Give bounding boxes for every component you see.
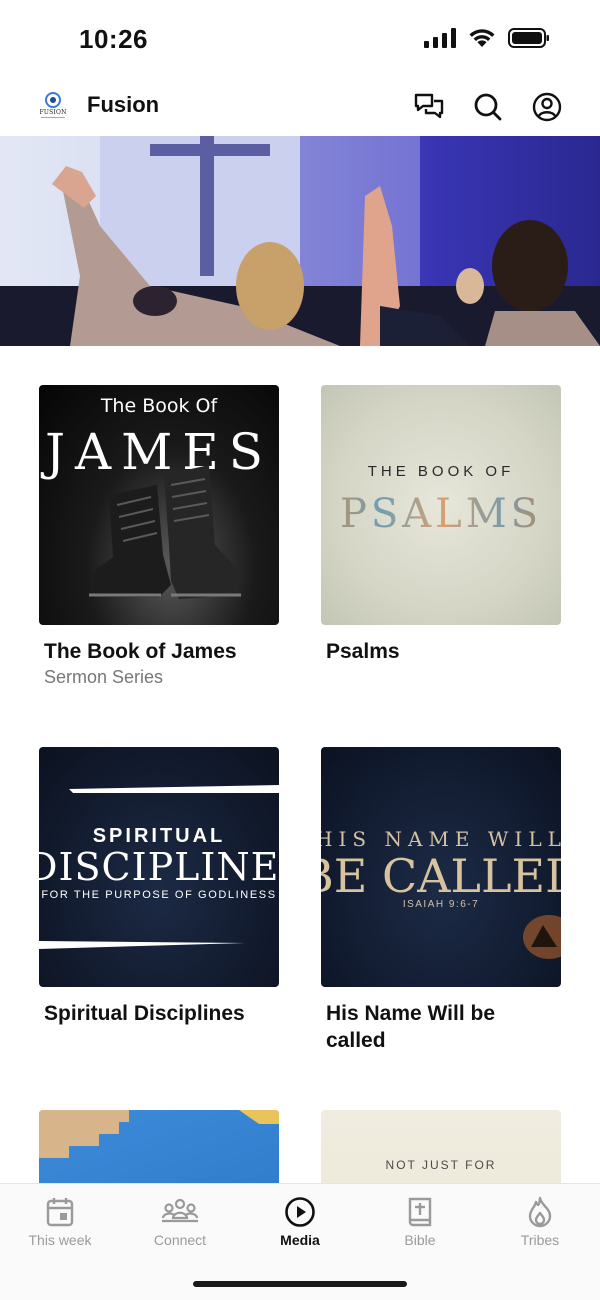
profile-icon bbox=[532, 92, 562, 122]
bible-icon bbox=[408, 1197, 432, 1227]
card-title: His Name Will be called bbox=[326, 1002, 496, 1052]
header-actions bbox=[412, 90, 564, 124]
calendar-icon bbox=[46, 1198, 74, 1227]
app-logo: FUSION bbox=[38, 92, 68, 122]
app-header: FUSION Fusion bbox=[0, 80, 600, 136]
tab-label: Bible bbox=[404, 1232, 436, 1248]
profile-button[interactable] bbox=[530, 90, 564, 124]
chat-icon bbox=[414, 93, 444, 119]
tab-tribes[interactable]: Tribes bbox=[480, 1196, 600, 1248]
tab-this-week[interactable]: This week bbox=[0, 1196, 120, 1248]
tab-label: Tribes bbox=[520, 1232, 560, 1248]
play-circle-icon bbox=[285, 1197, 315, 1227]
home-indicator bbox=[193, 1281, 407, 1287]
group-icon bbox=[161, 1198, 199, 1223]
artwork-subtitle: NOT JUST FOR bbox=[385, 1158, 497, 1172]
logo-text: FUSION bbox=[39, 109, 67, 116]
hero-banner-image bbox=[0, 136, 600, 346]
tab-label: Media bbox=[280, 1232, 320, 1248]
search-icon bbox=[474, 93, 502, 121]
status-bar: 10:26 bbox=[0, 0, 600, 80]
wifi-icon bbox=[469, 29, 495, 47]
status-icons bbox=[424, 28, 550, 48]
media-card-psalms[interactable]: THE BOOK OF PSALMS Psalms bbox=[321, 385, 561, 665]
media-card-his-name-will-be-called[interactable]: HIS NAME WILL BE CALLED ISAIAH 9:6-7 His… bbox=[321, 747, 561, 1054]
battery-icon bbox=[508, 28, 549, 48]
series-artwork: THE BOOK OF PSALMS bbox=[321, 385, 561, 625]
artwork-title: PSALMS bbox=[321, 491, 561, 537]
artwork-title: DISCIPLINES bbox=[39, 845, 279, 889]
media-card-spiritual-disciplines[interactable]: SPIRITUAL DISCIPLINES FOR THE PURPOSE OF… bbox=[39, 747, 279, 1027]
series-artwork: The Book Of JAMES bbox=[39, 385, 279, 625]
artwork-tagline: FOR THE PURPOSE OF GODLINESS bbox=[41, 889, 277, 901]
card-title: The Book of James bbox=[44, 640, 237, 663]
cellular-signal-icon bbox=[424, 28, 456, 48]
tab-media[interactable]: Media bbox=[240, 1196, 360, 1248]
tab-bible[interactable]: Bible bbox=[360, 1196, 480, 1248]
artwork-subtitle: THE BOOK OF bbox=[367, 463, 515, 480]
flame-icon bbox=[528, 1196, 552, 1228]
card-title: Spiritual Disciplines bbox=[44, 1002, 245, 1025]
boots-illustration bbox=[89, 465, 241, 599]
series-artwork: HIS NAME WILL BE CALLED ISAIAH 9:6-7 bbox=[321, 747, 561, 987]
chat-button[interactable] bbox=[412, 90, 446, 124]
search-button[interactable] bbox=[471, 90, 505, 124]
app-title: Fusion bbox=[87, 92, 160, 117]
card-title: Psalms bbox=[326, 640, 400, 663]
nativity-glow bbox=[523, 915, 561, 959]
tab-connect[interactable]: Connect bbox=[120, 1196, 240, 1248]
tab-label: This week bbox=[28, 1232, 92, 1248]
tab-label: Connect bbox=[153, 1232, 207, 1248]
media-card-book-of-james[interactable]: The Book Of JAMES The Book of James Serm… bbox=[39, 385, 279, 689]
status-time: 10:26 bbox=[79, 24, 148, 54]
card-subtitle: Sermon Series bbox=[44, 667, 164, 687]
series-artwork: SPIRITUAL DISCIPLINES FOR THE PURPOSE OF… bbox=[39, 747, 279, 987]
